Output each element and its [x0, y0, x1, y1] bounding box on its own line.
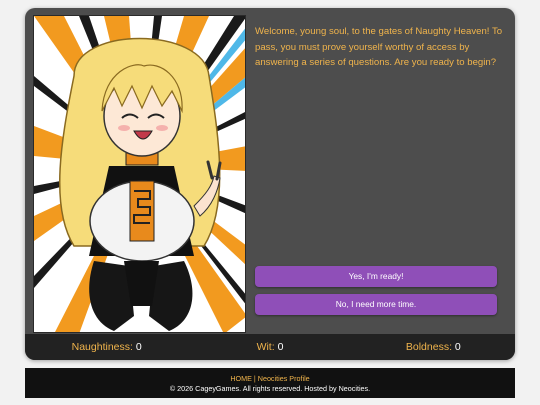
- stat-wit-label: Wit:: [256, 341, 275, 353]
- stat-naughtiness-label: Naughtiness:: [71, 341, 133, 353]
- copyright-text: © 2026 CageyGames. All rights reserved. …: [169, 383, 371, 393]
- stats-bar: Naughtiness: 0 Wit: 0 Boldness: 0: [25, 334, 515, 360]
- stat-wit-value: 0: [277, 341, 284, 353]
- dialogue-text: Welcome, young soul, to the gates of Nau…: [255, 26, 503, 68]
- character-portrait: [33, 15, 246, 333]
- stat-naughtiness-value: 0: [135, 341, 142, 353]
- footer-separator: |: [253, 374, 256, 383]
- home-link[interactable]: HOME: [230, 374, 252, 383]
- stat-boldness-value: 0: [454, 341, 461, 353]
- need-more-time-button[interactable]: No, I need more time.: [255, 294, 497, 315]
- stat-naughtiness: Naughtiness: 0: [25, 341, 188, 353]
- site-footer: HOME | Neocities Profile © 2026 CageyGam…: [25, 368, 515, 398]
- ready-button[interactable]: Yes, I'm ready!: [255, 266, 497, 287]
- neocities-profile-link[interactable]: Neocities Profile: [258, 374, 310, 383]
- game-card: Welcome, young soul, to the gates of Nau…: [25, 8, 515, 360]
- stat-boldness: Boldness: 0: [352, 341, 515, 353]
- stat-wit: Wit: 0: [188, 341, 351, 353]
- stat-boldness-label: Boldness:: [405, 341, 452, 353]
- footer-links: HOME | Neocities Profile: [25, 374, 515, 384]
